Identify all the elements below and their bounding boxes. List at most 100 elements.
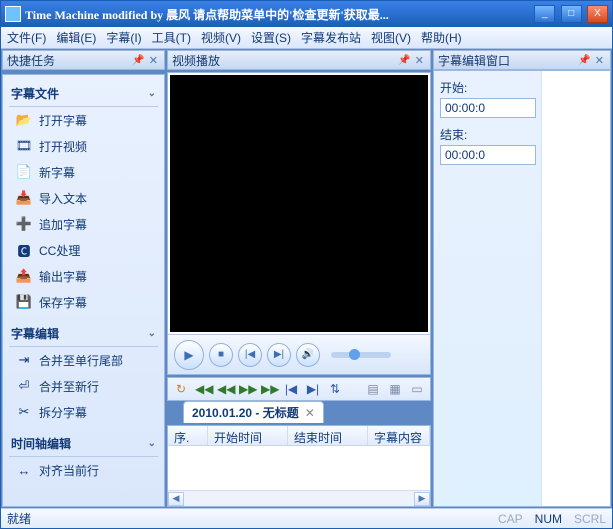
tab-close-icon[interactable]: ✕ (305, 406, 315, 420)
pin-icon[interactable]: 📌 (130, 55, 146, 66)
task-cc-process[interactable]: 🅲CC处理 (9, 237, 158, 263)
player-controls: ▶ ■ |◀ ▶| 🔊 (168, 334, 430, 374)
chevron-icon: ⌄ (148, 438, 156, 449)
fast-forward-icon[interactable]: ▶▶ (261, 382, 277, 396)
pin-icon[interactable]: 📌 (396, 55, 412, 66)
new-file-icon: 📄 (15, 163, 33, 181)
menubar: 文件(F) 编辑(E) 字幕(I) 工具(T) 视频(V) 设置(S) 字幕发布… (1, 27, 612, 49)
col-content[interactable]: 字幕内容 (368, 426, 430, 445)
task-split-subtitle[interactable]: ✂拆分字幕 (9, 399, 158, 425)
start-label: 开始: (440, 79, 535, 96)
col-index[interactable]: 序. (168, 426, 208, 445)
task-save-subtitle[interactable]: 💾保存字幕 (9, 289, 158, 315)
align-icon: ↔ (15, 461, 33, 479)
left-panel-title: 快捷任务 (7, 52, 55, 69)
menu-file[interactable]: 文件(F) (7, 29, 46, 46)
menu-video[interactable]: 视频(V) (201, 29, 241, 46)
status-text: 就绪 (7, 510, 31, 527)
cap-indicator: CAP (498, 512, 523, 526)
video-panel-title: 视频播放 (172, 52, 220, 69)
col-end[interactable]: 结束时间 (288, 426, 368, 445)
tab-label: 2010.01.20 - 无标题 (192, 404, 299, 421)
merge-new-icon: ⏎ (15, 377, 33, 395)
append-icon: ➕ (15, 215, 33, 233)
end-input[interactable] (440, 145, 536, 165)
forward-icon[interactable]: ▶▶ (239, 382, 255, 396)
task-open-video[interactable]: 🎞打开视频 (9, 133, 158, 159)
fast-rewind-icon[interactable]: ◀◀ (195, 382, 211, 396)
split-icon: ✂ (15, 403, 33, 421)
save-icon: 💾 (15, 293, 33, 311)
section-timeline-edit[interactable]: 时间轴编辑 ⌄ (9, 431, 158, 457)
rewind-icon[interactable]: ◀◀ (217, 382, 233, 396)
scroll-left-icon[interactable]: ◀ (168, 492, 184, 506)
swap-icon[interactable]: ⇅ (327, 382, 343, 396)
pin-icon[interactable]: 📌 (576, 55, 592, 66)
task-import-text[interactable]: 📥导入文本 (9, 185, 158, 211)
close-panel-icon[interactable]: ✕ (413, 54, 426, 67)
menu-publish[interactable]: 字幕发布站 (301, 29, 361, 46)
statusbar: 就绪 CAP NUM SCRL (1, 508, 612, 528)
task-merge-tail[interactable]: ⇥合并至单行尾部 (9, 347, 158, 373)
section-subtitle-files[interactable]: 字幕文件 ⌄ (9, 81, 158, 107)
minimize-button[interactable]: _ (534, 5, 555, 23)
step-back-icon[interactable]: |◀ (283, 382, 299, 396)
h-scrollbar[interactable]: ◀ ▶ (168, 490, 430, 506)
open-subtitle-icon: 📂 (15, 111, 33, 129)
card-icon[interactable]: ▭ (409, 382, 425, 396)
document-tab[interactable]: 2010.01.20 - 无标题 ✕ (183, 401, 324, 423)
titlebar: Time Machine modified by 晨风 请点帮助菜单中的'检查更… (1, 1, 612, 27)
right-panel-title: 字幕编辑窗口 (438, 52, 510, 69)
video-canvas[interactable] (170, 75, 428, 332)
menu-help[interactable]: 帮助(H) (421, 29, 462, 46)
task-pane: 字幕文件 ⌄ 📂打开字幕 🎞打开视频 📄新字幕 📥导入文本 ➕追加字幕 🅲CC处… (2, 74, 165, 507)
menu-view[interactable]: 视图(V) (371, 29, 411, 46)
subtitle-text-area[interactable] (542, 71, 610, 506)
chevron-icon: ⌄ (148, 88, 156, 99)
scroll-right-icon[interactable]: ▶ (414, 492, 430, 506)
end-label: 结束: (440, 126, 535, 143)
refresh-icon[interactable]: ↻ (173, 382, 189, 396)
volume-slider[interactable] (331, 352, 391, 358)
task-new-subtitle[interactable]: 📄新字幕 (9, 159, 158, 185)
next-button[interactable]: ▶| (267, 343, 291, 367)
grid-icon[interactable]: ▦ (387, 382, 403, 396)
chevron-icon: ⌄ (148, 328, 156, 339)
close-panel-icon[interactable]: ✕ (147, 54, 160, 67)
right-panel-header: 字幕编辑窗口 📌 ✕ (433, 50, 611, 70)
close-button[interactable]: X (587, 5, 608, 23)
scrl-indicator: SCRL (574, 512, 606, 526)
open-video-icon: 🎞 (15, 137, 33, 155)
task-export-subtitle[interactable]: 📤输出字幕 (9, 263, 158, 289)
menu-subtitle[interactable]: 字幕(I) (106, 29, 141, 46)
table-body[interactable] (168, 446, 430, 490)
volume-button[interactable]: 🔊 (296, 343, 320, 367)
task-align-current[interactable]: ↔对齐当前行 (9, 457, 158, 483)
menu-tools[interactable]: 工具(T) (152, 29, 191, 46)
num-indicator: NUM (535, 512, 562, 526)
col-start[interactable]: 开始时间 (208, 426, 288, 445)
start-input[interactable] (440, 98, 536, 118)
cc-icon: 🅲 (15, 241, 33, 259)
prev-button[interactable]: |◀ (238, 343, 262, 367)
close-panel-icon[interactable]: ✕ (593, 54, 606, 67)
maximize-button[interactable]: □ (561, 5, 582, 23)
merge-tail-icon: ⇥ (15, 351, 33, 369)
menu-edit[interactable]: 编辑(E) (56, 29, 96, 46)
stop-button[interactable]: ■ (209, 343, 233, 367)
export-icon: 📤 (15, 267, 33, 285)
step-fwd-icon[interactable]: ▶| (305, 382, 321, 396)
section-subtitle-edit[interactable]: 字幕编辑 ⌄ (9, 321, 158, 347)
task-merge-newline[interactable]: ⏎合并至新行 (9, 373, 158, 399)
play-button[interactable]: ▶ (174, 340, 204, 370)
app-icon (5, 6, 21, 22)
list-icon[interactable]: ▤ (365, 382, 381, 396)
video-panel-header: 视频播放 📌 ✕ (167, 50, 431, 70)
import-icon: 📥 (15, 189, 33, 207)
window-title: Time Machine modified by 晨风 请点帮助菜单中的'检查更… (25, 6, 532, 23)
subtitle-toolbar: ↻ ◀◀ ◀◀ ▶▶ ▶▶ |◀ ▶| ⇅ ▤ ▦ ▭ (167, 377, 431, 401)
menu-settings[interactable]: 设置(S) (251, 29, 291, 46)
task-open-subtitle[interactable]: 📂打开字幕 (9, 107, 158, 133)
left-panel-header: 快捷任务 📌 ✕ (2, 50, 165, 70)
task-append-subtitle[interactable]: ➕追加字幕 (9, 211, 158, 237)
